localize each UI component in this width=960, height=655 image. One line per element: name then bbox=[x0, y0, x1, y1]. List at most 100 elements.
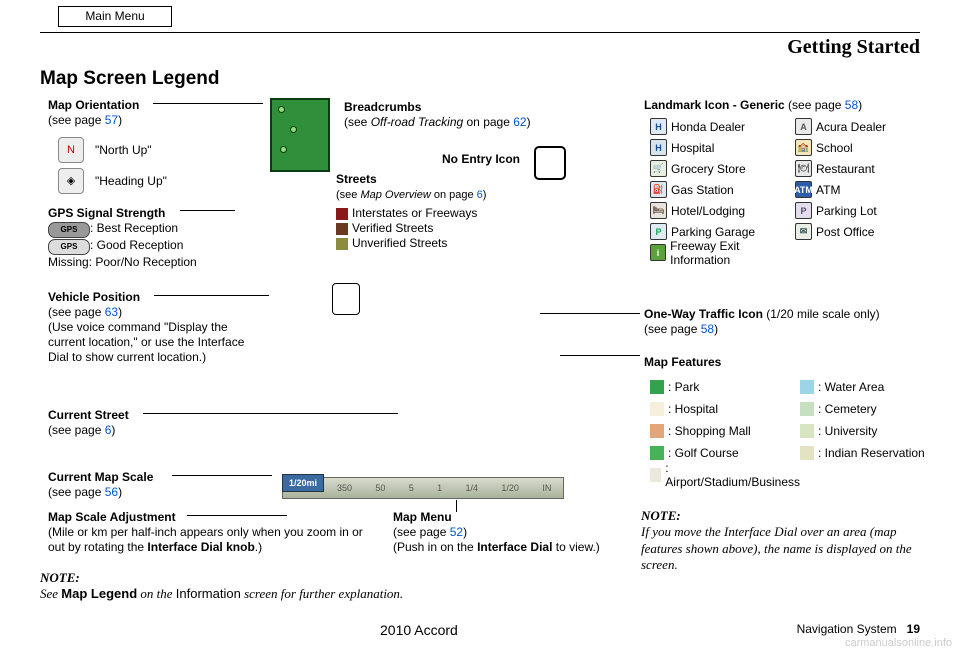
street-legend-label: Interstates or Freeways bbox=[352, 206, 477, 220]
breadcrumbs-label: Breadcrumbs (see Off-road Tracking on pa… bbox=[344, 100, 604, 130]
page-link-57[interactable]: 57 bbox=[105, 113, 118, 127]
note-label: NOTE: bbox=[641, 508, 681, 523]
page-link-56[interactable]: 56 bbox=[105, 485, 118, 499]
leader-line bbox=[172, 475, 272, 476]
close-paren: ) bbox=[714, 322, 718, 336]
breadcrumb-dot bbox=[290, 126, 297, 133]
gps-best-text: : Best Reception bbox=[90, 221, 178, 235]
landmark-cell: HHonda Dealer bbox=[650, 118, 795, 135]
current-street-title: Current Street bbox=[48, 408, 129, 422]
landmark-icon: ATM bbox=[795, 181, 812, 198]
note-mid: on the bbox=[137, 586, 176, 601]
watermark: carmanualsonline.info bbox=[845, 637, 952, 649]
scale-tick: 5 bbox=[409, 483, 414, 493]
landmark-label: Parking Lot bbox=[816, 204, 877, 218]
note-plain: Information bbox=[176, 586, 241, 601]
breadcrumbs-title: Breadcrumbs bbox=[344, 100, 421, 114]
landmark-cell: 🏫School bbox=[795, 139, 940, 156]
see-page-text: (see page bbox=[393, 525, 450, 539]
landmark-cell: PParking Lot bbox=[795, 202, 940, 219]
landmark-cell: 🛒Grocery Store bbox=[650, 160, 795, 177]
gps-best-icon: GPS bbox=[48, 222, 90, 238]
footer-model: 2010 Accord bbox=[380, 622, 458, 638]
feature-cell: : University bbox=[800, 424, 950, 438]
close-paren: ) bbox=[527, 115, 531, 129]
landmark-label: Freeway Exit Information bbox=[670, 239, 795, 267]
feature-swatch bbox=[650, 424, 664, 438]
feature-swatch bbox=[650, 446, 664, 460]
feature-swatch bbox=[800, 446, 814, 460]
swatch-icon bbox=[336, 223, 348, 235]
heading-up-label: "Heading Up" bbox=[95, 174, 167, 189]
scale-current-tag: 1/20mi bbox=[282, 474, 324, 492]
page-link-58[interactable]: 58 bbox=[845, 98, 858, 112]
landmark-icon: i bbox=[650, 244, 666, 261]
landmark-icon: ✉ bbox=[795, 223, 812, 240]
close-paren: ) bbox=[483, 189, 487, 201]
feature-label: : Indian Reservation bbox=[818, 446, 925, 460]
feature-row: : Airport/Stadium/Business bbox=[650, 464, 950, 486]
page-link-62[interactable]: 62 bbox=[513, 115, 526, 129]
landmark-label: Grocery Store bbox=[671, 162, 746, 176]
section-header: Getting Started bbox=[787, 36, 920, 59]
scale-tick: 1 bbox=[437, 483, 442, 493]
feature-cell: : Water Area bbox=[800, 380, 950, 394]
landmark-label: Restaurant bbox=[816, 162, 875, 176]
landmark-row: 🛏Hotel/LodgingPParking Lot bbox=[650, 200, 940, 221]
leader-line bbox=[154, 295, 269, 296]
see-page-text: (see page bbox=[48, 423, 105, 437]
landmark-icon: A bbox=[795, 118, 812, 135]
landmark-cell: ⛽Gas Station bbox=[650, 181, 795, 198]
landmark-icon: H bbox=[650, 118, 667, 135]
no-entry-label: No Entry Icon bbox=[442, 152, 520, 167]
landmark-icon: 🍽 bbox=[795, 160, 812, 177]
page-link-52[interactable]: 52 bbox=[450, 525, 463, 539]
map-orientation-title: Map Orientation bbox=[48, 98, 139, 112]
note-post: screen for further explanation. bbox=[241, 586, 403, 601]
landmark-icon: ⛽ bbox=[650, 181, 667, 198]
breadcrumbs-ref: Off-road Tracking bbox=[371, 115, 463, 129]
feature-cell: : Golf Course bbox=[650, 446, 800, 460]
landmark-icon: 🏫 bbox=[795, 139, 812, 156]
street-legend-label: Verified Streets bbox=[352, 221, 433, 235]
feature-row: : Hospital: Cemetery bbox=[650, 398, 950, 420]
note-label: NOTE: bbox=[40, 570, 80, 585]
map-menu-bold: Interface Dial bbox=[477, 540, 552, 554]
close-paren: ) bbox=[858, 98, 862, 112]
feature-swatch bbox=[650, 380, 664, 394]
oneway-label: One-Way Traffic Icon (1/20 mile scale on… bbox=[644, 307, 934, 337]
feature-swatch bbox=[650, 402, 664, 416]
scale-tick: 350 bbox=[337, 483, 352, 493]
main-menu-button[interactable]: Main Menu bbox=[58, 6, 172, 27]
note-right-body: If you move the Interface Dial over an a… bbox=[641, 524, 912, 572]
map-menu-body2: to view.) bbox=[552, 540, 599, 554]
scale-adj-title: Map Scale Adjustment bbox=[48, 510, 176, 524]
page-link-58b[interactable]: 58 bbox=[701, 322, 714, 336]
landmark-icon: H bbox=[650, 139, 667, 156]
oneway-title: One-Way Traffic Icon bbox=[644, 307, 763, 321]
feature-label: : University bbox=[818, 424, 877, 438]
footer-system: Navigation System bbox=[797, 622, 897, 636]
street-legend-item: Unverified Streets bbox=[336, 236, 576, 251]
street-legend-item: Interstates or Freeways bbox=[336, 206, 576, 221]
feature-label: : Water Area bbox=[818, 380, 884, 394]
feature-swatch bbox=[650, 468, 661, 482]
feature-label: : Hospital bbox=[668, 402, 718, 416]
feature-cell: : Park bbox=[650, 380, 800, 394]
scale-tick: IN bbox=[542, 483, 551, 493]
map-features-title: Map Features bbox=[644, 355, 721, 370]
feature-cell: : Hospital bbox=[650, 402, 800, 416]
landmark-cell: ATMATM bbox=[795, 181, 940, 198]
landmark-cell: HHospital bbox=[650, 139, 795, 156]
map-menu-label: Map Menu (see page 52) (Push in on the I… bbox=[393, 510, 633, 555]
feature-cell: : Indian Reservation bbox=[800, 446, 950, 460]
feature-row: : Park : Water Area bbox=[650, 376, 950, 398]
landmark-icon: 🛏 bbox=[650, 202, 667, 219]
landmark-row: HHonda DealerAAcura Dealer bbox=[650, 116, 940, 137]
vehicle-body: (Use voice command "Display the current … bbox=[48, 320, 244, 364]
leader-line bbox=[187, 515, 287, 516]
feature-cell: : Shopping Mall bbox=[650, 424, 800, 438]
swatch-icon bbox=[336, 238, 348, 250]
close-paren: ) bbox=[118, 305, 122, 319]
page-link-63[interactable]: 63 bbox=[105, 305, 118, 319]
